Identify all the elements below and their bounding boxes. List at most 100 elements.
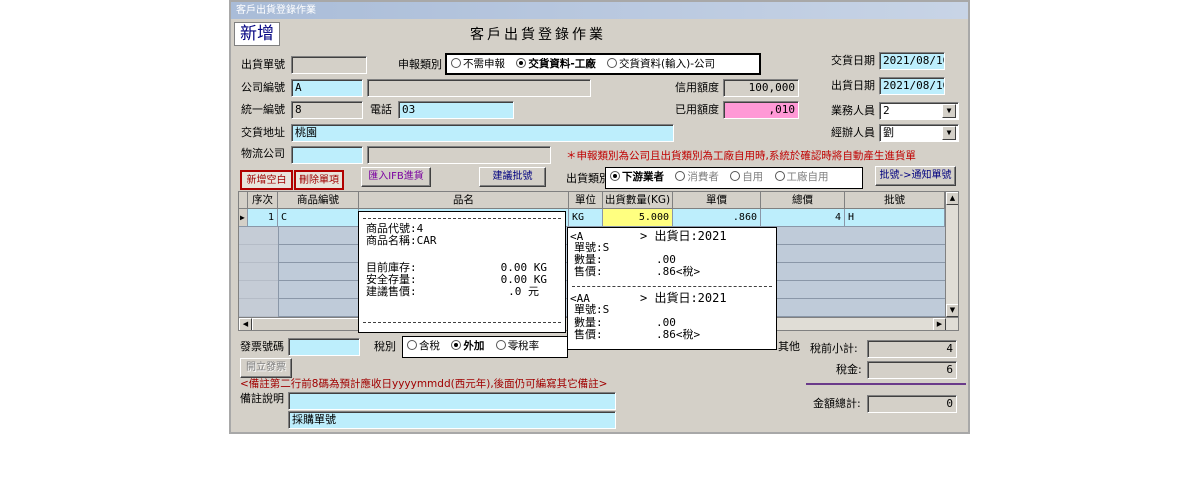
scroll-right-icon[interactable]: ▶ — [933, 318, 946, 330]
col-header-unit[interactable]: 單位 — [569, 192, 603, 209]
cell-batch[interactable]: H — [845, 209, 945, 227]
tax-id-field: 8 — [291, 101, 363, 119]
tax-type-added[interactable]: 外加 — [451, 340, 488, 352]
used-limit-field: ,010 — [723, 101, 799, 119]
product-code-line: 商品代號:4 — [366, 222, 424, 235]
logistics-name-field — [367, 146, 551, 164]
logistics-code-field[interactable] — [291, 146, 363, 164]
product-safe-value: 0.00 KG — [500, 273, 547, 286]
cell-total[interactable]: 4 — [761, 209, 845, 227]
radio-icon — [495, 340, 506, 350]
col-header-batch[interactable]: 批號 — [845, 192, 945, 209]
total-divider — [806, 383, 966, 385]
ship-type-factory-self[interactable]: 工廠自用 — [774, 171, 833, 183]
cell-qty[interactable]: 5.000 — [603, 209, 673, 227]
tax-type-radio-group: 含稅 外加 零稅率 — [402, 336, 568, 358]
report-option-none[interactable]: 不需申報 — [451, 58, 509, 70]
product-name-line: 商品名稱:CAR — [366, 234, 437, 247]
col-header-code[interactable]: 商品編號 — [278, 192, 359, 209]
scroll-left-icon[interactable]: ◀ — [239, 318, 252, 330]
report-option-factory[interactable]: 交貨資料-工廠 — [516, 58, 599, 70]
delete-row-button[interactable]: 刪除單項 — [294, 170, 344, 190]
radio-selected-icon — [610, 171, 620, 181]
sales-history-popup: <A > 出貨日:2021 單號:S 數量: .00 售價: .86<稅> <A… — [567, 227, 777, 350]
add-blank-button[interactable]: 新增空白 — [240, 170, 293, 190]
cell-code[interactable]: C — [278, 209, 359, 227]
ship-type-consumer[interactable]: 消費者 — [675, 171, 723, 183]
page-title: 客戶出貨登錄作業 — [470, 27, 606, 43]
ship-date-label: 出貨日期 — [831, 79, 875, 92]
grid-empty-col-code — [278, 227, 279, 317]
tax-other-label[interactable]: 其他 — [778, 338, 800, 356]
cell-seq[interactable]: 1 — [248, 209, 278, 227]
company-name-field — [367, 79, 591, 97]
ship-no-field[interactable] — [291, 56, 367, 74]
remark-label: 備註說明 — [240, 392, 284, 405]
window-title-bar: 客戶出貨登錄作業 — [231, 2, 968, 19]
remark-field-2[interactable]: 採購單號 — [288, 411, 616, 429]
col-header-total[interactable]: 總價 — [761, 192, 845, 209]
popup-divider — [572, 286, 772, 287]
credit-limit-label: 信用額度 — [675, 81, 719, 94]
col-header-name[interactable]: 品名 — [359, 192, 569, 209]
popup-divider — [363, 322, 561, 323]
ship-type-downstream[interactable]: 下游業者 — [610, 171, 668, 183]
row-indicator-icon[interactable]: ▶ — [239, 209, 248, 227]
radio-icon — [607, 58, 618, 68]
col-header-price[interactable]: 單價 — [673, 192, 761, 209]
phone-field[interactable]: 03 — [398, 101, 514, 119]
total-label: 金額總計: — [813, 397, 861, 410]
invoice-field[interactable] — [288, 338, 360, 356]
pretax-field: 4 — [867, 340, 957, 358]
total-field: 0 — [867, 395, 957, 413]
ship-no-label: 出貨單號 — [241, 58, 285, 71]
ship-type-radio-group: 下游業者 消費者 自用 工廠自用 — [605, 167, 863, 189]
company-no-field[interactable]: A — [291, 79, 363, 97]
credit-limit-field: 100,000 — [723, 79, 799, 97]
tax-type-label: 稅別 — [374, 340, 396, 353]
ship-type-self[interactable]: 自用 — [730, 171, 767, 183]
ship-date-field[interactable]: 2021/08/10 — [879, 77, 945, 95]
logistics-label: 物流公司 — [241, 147, 285, 160]
sales-select[interactable]: 2 ▼ — [879, 102, 959, 120]
tax-type-zero[interactable]: 零稅率 — [495, 340, 544, 352]
history-entry-date: > 出貨日:2021 — [640, 229, 727, 243]
history-entry-date: > 出貨日:2021 — [640, 291, 727, 305]
product-stock-value: 0.00 KG — [500, 261, 547, 274]
import-ifb-button[interactable]: 匯入IFB進貨 — [361, 167, 431, 187]
history-entry-qty-label: 數量: — [574, 253, 603, 266]
cell-price[interactable]: .860 — [673, 209, 761, 227]
history-entry-qty: .00 — [656, 316, 676, 329]
history-entry-no: 單號:S — [574, 303, 610, 316]
scroll-up-icon[interactable]: ▲ — [946, 192, 958, 205]
history-entry-sale: .86<稅> — [656, 265, 701, 278]
product-price-line: 建議售價: — [366, 285, 417, 298]
cell-unit[interactable]: KG — [569, 209, 603, 227]
scroll-down-icon[interactable]: ▼ — [946, 304, 958, 317]
tax-id-label: 統一編號 — [241, 103, 285, 116]
remark-field-1[interactable] — [288, 392, 616, 410]
handler-select[interactable]: 劉 ▼ — [879, 124, 959, 142]
tax-type-inclusive[interactable]: 含稅 — [407, 340, 444, 352]
address-field[interactable]: 桃園 — [291, 124, 674, 142]
notify-button[interactable]: 批號->通知單號 — [875, 166, 956, 186]
delivery-date-label: 交貨日期 — [831, 54, 875, 67]
delivery-date-field[interactable]: 2021/08/10 — [879, 52, 945, 70]
chevron-down-icon[interactable]: ▼ — [942, 126, 956, 140]
chevron-down-icon[interactable]: ▼ — [942, 104, 956, 118]
product-info-popup: 商品代號:4 商品名稱:CAR 目前庫存: 0.00 KG 安全存量: 0.00… — [358, 211, 566, 333]
pretax-label: 稅前小計: — [810, 342, 858, 355]
purchase-no-label: 採購單號 — [292, 413, 336, 426]
report-option-company[interactable]: 交貨資料(輸入)-公司 — [607, 58, 719, 70]
history-entry-sale: .86<稅> — [656, 328, 701, 341]
window-title: 客戶出貨登錄作業 — [236, 5, 316, 16]
grid-vertical-scrollbar[interactable]: ▲ ▼ — [945, 192, 958, 317]
scroll-thumb[interactable] — [252, 318, 362, 330]
company-no-label: 公司編號 — [241, 81, 285, 94]
warning-note: ＊申報類別為公司且出貨類別為工廠自用時,系統於確認時將自動產生進貨單 — [566, 150, 916, 162]
col-header-qty[interactable]: 出貨數量(KG) — [603, 192, 673, 209]
suggest-batch-button[interactable]: 建議批號 — [479, 167, 546, 187]
invoice-label: 發票號碼 — [240, 340, 284, 353]
col-header-seq[interactable]: 序次 — [248, 192, 278, 209]
phone-label: 電話 — [370, 103, 392, 116]
